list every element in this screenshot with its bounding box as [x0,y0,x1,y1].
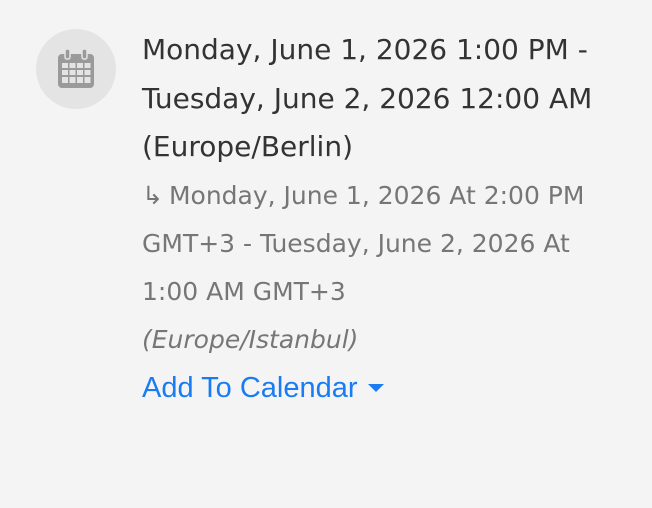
add-to-calendar-label: Add To Calendar [142,371,358,404]
calendar-icon [58,48,94,88]
caret-down-icon [367,383,384,392]
add-to-calendar-dropdown[interactable]: Add To Calendar [142,366,384,410]
converted-datetime-range: Monday, June 1, 2026 At 2:00 PM GMT+3 - … [142,180,585,306]
return-arrow-icon: ↳ [142,180,163,210]
converted-datetime: ↳ Monday, June 1, 2026 At 2:00 PM GMT+3 -… [142,172,612,364]
calendar-icon-badge [36,29,116,109]
converted-timezone: (Europe/Istanbul) [142,324,359,354]
event-time-details: Monday, June 1, 2026 1:00 PM - Tuesday, … [142,26,612,410]
event-timezone: (Europe/Berlin) [142,130,353,163]
event-datetime: Monday, June 1, 2026 1:00 PM - Tuesday, … [142,26,612,172]
event-datetime-range: Monday, June 1, 2026 1:00 PM - Tuesday, … [142,33,593,115]
event-time-card: Monday, June 1, 2026 1:00 PM - Tuesday, … [0,0,652,508]
